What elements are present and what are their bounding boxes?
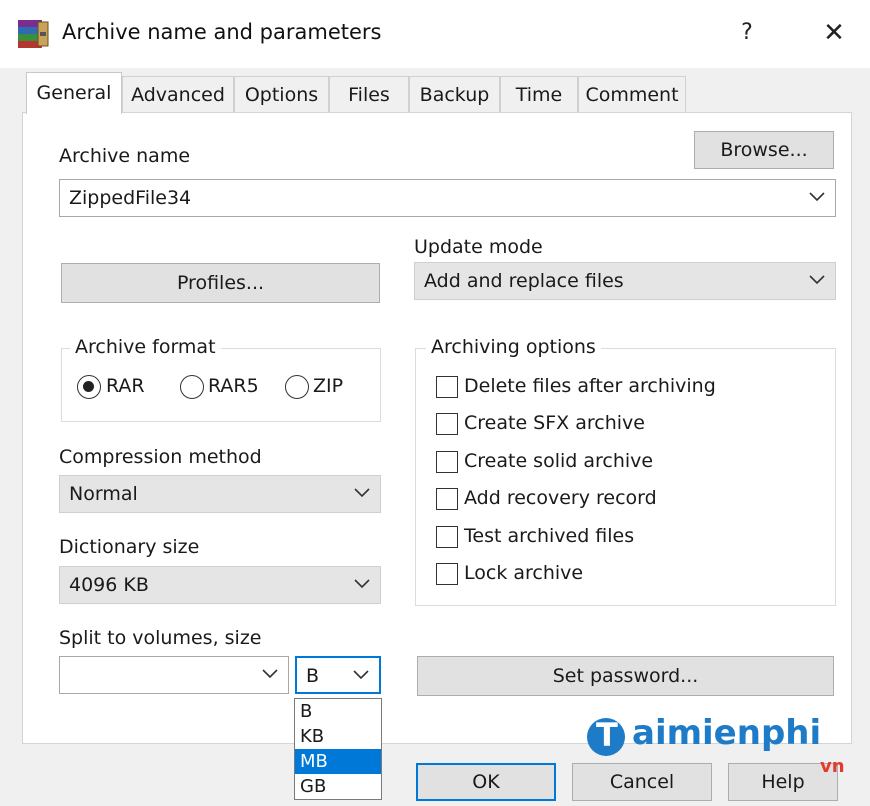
browse-button[interactable]: Browse... bbox=[694, 131, 834, 169]
unit-option-b[interactable]: B bbox=[295, 699, 381, 724]
chevron-down-icon[interactable] bbox=[353, 670, 369, 680]
profiles-button[interactable]: Profiles... bbox=[61, 263, 380, 303]
tab-general[interactable]: General bbox=[26, 72, 122, 114]
radio-rar-label: RAR bbox=[106, 375, 145, 397]
tab-advanced[interactable]: Advanced bbox=[122, 76, 234, 112]
archive-name-combo[interactable]: ZippedFile34 bbox=[59, 179, 836, 217]
radio-rar5-label: RAR5 bbox=[208, 375, 259, 397]
window-title: Archive name and parameters bbox=[62, 20, 382, 44]
watermark-suffix: vn bbox=[820, 756, 845, 777]
archive-name-value: ZippedFile34 bbox=[69, 187, 192, 209]
update-mode-value: Add and replace files bbox=[424, 270, 624, 292]
dictionary-size-select[interactable]: 4096 KB bbox=[59, 566, 381, 604]
checkbox-recovery-record-label: Add recovery record bbox=[464, 487, 657, 509]
split-unit-dropdown-list: B KB MB GB bbox=[294, 698, 382, 800]
update-mode-label: Update mode bbox=[414, 236, 543, 258]
radio-zip[interactable] bbox=[285, 375, 309, 399]
tab-comment[interactable]: Comment bbox=[578, 76, 686, 112]
chevron-down-icon[interactable] bbox=[354, 579, 370, 589]
set-password-button[interactable]: Set password... bbox=[417, 656, 834, 696]
compression-method-label: Compression method bbox=[59, 446, 262, 468]
help-button[interactable]: ? bbox=[728, 14, 766, 52]
split-size-combo[interactable] bbox=[59, 656, 289, 694]
checkbox-delete-files-label: Delete files after archiving bbox=[464, 375, 716, 397]
compression-method-value: Normal bbox=[69, 483, 138, 505]
split-volumes-label: Split to volumes, size bbox=[59, 627, 262, 649]
chevron-down-icon[interactable] bbox=[262, 669, 278, 679]
tab-files[interactable]: Files bbox=[329, 76, 409, 112]
archive-name-label: Archive name bbox=[59, 145, 191, 167]
checkbox-create-sfx[interactable] bbox=[436, 413, 458, 435]
checkbox-create-sfx-label: Create SFX archive bbox=[464, 412, 645, 434]
watermark-text: aimienphi bbox=[632, 713, 822, 753]
dictionary-size-label: Dictionary size bbox=[59, 536, 200, 558]
tab-time[interactable]: Time bbox=[500, 76, 578, 112]
chevron-down-icon[interactable] bbox=[809, 192, 825, 202]
winrar-books-icon bbox=[16, 18, 50, 50]
checkbox-lock-archive[interactable] bbox=[436, 563, 458, 585]
checkbox-lock-archive-label: Lock archive bbox=[464, 562, 584, 584]
dictionary-size-value: 4096 KB bbox=[69, 574, 149, 596]
checkbox-recovery-record[interactable] bbox=[436, 488, 458, 510]
archive-format-title: Archive format bbox=[70, 336, 221, 358]
compression-method-select[interactable]: Normal bbox=[59, 475, 381, 513]
checkbox-create-solid[interactable] bbox=[436, 451, 458, 473]
chevron-down-icon[interactable] bbox=[809, 275, 825, 285]
ok-button[interactable]: OK bbox=[416, 763, 556, 801]
unit-option-mb[interactable]: MB bbox=[295, 749, 381, 774]
chevron-down-icon[interactable] bbox=[354, 488, 370, 498]
close-button[interactable]: ✕ bbox=[814, 14, 854, 52]
checkbox-test-archived[interactable] bbox=[436, 526, 458, 548]
checkbox-create-solid-label: Create solid archive bbox=[464, 450, 654, 472]
cancel-button[interactable]: Cancel bbox=[572, 763, 712, 801]
unit-option-gb[interactable]: GB bbox=[295, 774, 381, 799]
tab-backup[interactable]: Backup bbox=[409, 76, 500, 112]
checkbox-test-archived-label: Test archived files bbox=[464, 525, 635, 547]
unit-option-kb[interactable]: KB bbox=[295, 724, 381, 749]
archiving-options-title: Archiving options bbox=[426, 336, 601, 358]
checkbox-delete-files[interactable] bbox=[436, 376, 458, 398]
watermark-initial: T bbox=[596, 716, 618, 754]
tab-options[interactable]: Options bbox=[234, 76, 329, 112]
split-unit-value: B bbox=[306, 665, 320, 687]
update-mode-select[interactable]: Add and replace files bbox=[414, 262, 836, 300]
radio-rar5[interactable] bbox=[180, 375, 204, 399]
radio-rar[interactable] bbox=[77, 375, 101, 399]
watermark-logo-icon: T bbox=[587, 716, 625, 756]
radio-zip-label: ZIP bbox=[313, 375, 344, 397]
split-unit-select[interactable]: B bbox=[295, 656, 381, 694]
